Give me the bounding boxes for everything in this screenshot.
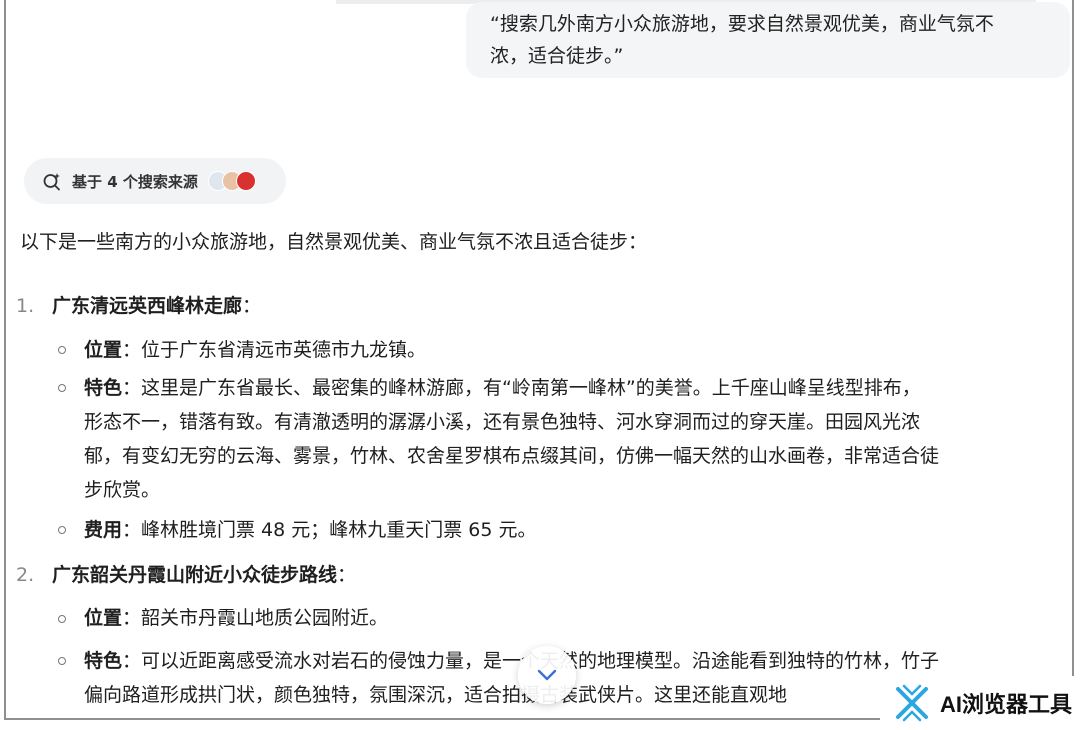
user-message-line: 浓，适合徒步。” [490,45,624,67]
detail-location: 位置：韶关市丹霞山地质公园附近。 [84,601,1064,635]
detail-location: 位置：位于广东省清远市英德市九龙镇。 [84,333,1064,367]
list-number: 1. [16,295,35,317]
detail-feature: 特色：这里是广东省最长、最密集的峰林游廊，有“岭南第一峰林”的美誉。上千座山峰呈… [84,371,1064,507]
source-favicon [235,171,256,191]
detail-label: 特色 [84,650,123,672]
user-message-line: “搜索几外南方小众旅游地，要求自然景观优美，商业气氛不 [490,13,994,35]
detail-label: 位置 [84,607,123,629]
item-title-colon: ： [242,295,262,317]
detail-text: ：韶关市丹霞山地质公园附近。 [122,607,389,629]
detail-label: 位置 [84,339,123,361]
sources-button[interactable]: 基于 4 个搜索来源 [24,158,286,204]
detail-text: 步欣赏。 [84,479,161,501]
bullet-icon [58,346,66,354]
bullet-icon [58,615,66,623]
bullet-icon [58,526,66,534]
chevron-down-icon [537,669,557,681]
detail-label: 费用 [84,519,123,541]
source-favicons [207,171,256,191]
list-item-title: 广东清远英西峰林走廊： [52,290,261,322]
detail-text: 郁，有变幻无穷的云海、雾景，竹林、农舍星罗棋布点缀其间，仿佛一幅天然的山水画卷，… [84,445,940,467]
detail-cost: 费用：峰林胜境门票 48 元；峰林九重天门票 65 元。 [84,513,1064,547]
x-logo-icon [896,684,928,722]
detail-label: 特色 [84,377,123,399]
bullet-icon [58,384,66,392]
user-message-bubble: “搜索几外南方小众旅游地，要求自然景观优美，商业气氛不 浓，适合徒步。” [466,2,1070,78]
watermark-text: AI浏览器工具 [940,692,1073,717]
watermark: AI浏览器工具 [880,676,1080,730]
detail-text: ：位于广东省清远市英德市九龙镇。 [122,339,427,361]
detail-text: ：峰林胜境门票 48 元；峰林九重天门票 65 元。 [122,519,537,541]
item-title-colon: ： [337,564,357,586]
search-sparkle-icon [43,173,60,191]
list-number: 2. [16,564,35,586]
item-title-text: 广东韶关丹霞山附近小众徒步路线 [52,564,338,586]
bullet-icon [58,657,66,665]
scroll-down-button[interactable] [518,646,576,704]
item-title-text: 广东清远英西峰林走廊 [52,295,243,317]
detail-text: 形态不一，错落有致。有清澈透明的潺潺小溪，还有景色独特、河水穿洞而过的穿天崖。田… [84,411,921,433]
chat-frame: “搜索几外南方小众旅游地，要求自然景观优美，商业气氛不 浓，适合徒步。” 基于 … [4,0,1074,720]
answer-intro: 以下是一些南方的小众旅游地，自然景观优美、商业气氛不浓且适合徒步： [20,231,648,253]
sources-label: 基于 4 个搜索来源 [72,172,198,191]
detail-text: ：这里是广东省最长、最密集的峰林游廊，有“岭南第一峰林”的美誉。上千座山峰呈线型… [122,377,921,399]
list-item-title: 广东韶关丹霞山附近小众徒步路线： [52,559,356,591]
